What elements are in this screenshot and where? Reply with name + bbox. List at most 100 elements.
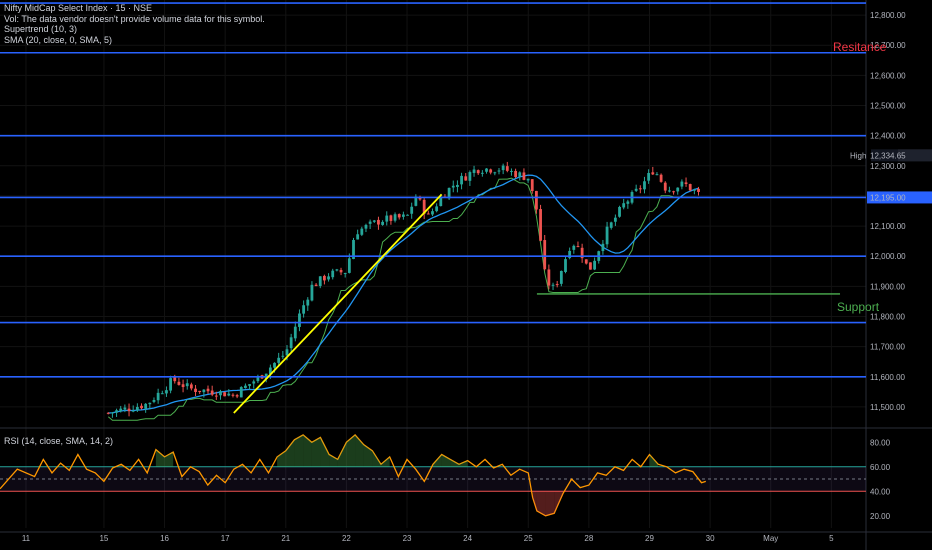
rsi-tick-label: 20.00 xyxy=(870,512,891,521)
candle-body xyxy=(680,181,684,187)
candle-body xyxy=(518,172,522,177)
candle-body xyxy=(381,221,384,225)
candle-body xyxy=(314,284,318,287)
rsi-legend: RSI (14, close, SMA, 14, 2) xyxy=(4,436,114,446)
candle-body xyxy=(331,270,335,278)
candle-body xyxy=(202,389,206,393)
price-tick-label: 12,000.00 xyxy=(870,252,906,261)
candle-body xyxy=(189,384,193,389)
candle-body xyxy=(173,377,177,382)
candle-body xyxy=(281,355,285,357)
candle-body xyxy=(609,222,613,228)
candle-body xyxy=(185,383,189,387)
resistance-annotation: Resitance xyxy=(833,40,887,54)
candle-body xyxy=(564,259,567,272)
time-tick-label: 29 xyxy=(645,534,654,543)
candle-body xyxy=(148,402,152,405)
rsi-tick-label: 60.00 xyxy=(870,463,891,472)
candle-body xyxy=(210,390,214,395)
candle-body xyxy=(165,390,168,394)
candle-body xyxy=(360,228,364,235)
candle-body xyxy=(522,172,526,180)
candle-body xyxy=(489,169,493,173)
rsi-overbought-fill xyxy=(363,444,373,467)
candle-body xyxy=(530,179,534,192)
candle-body xyxy=(227,393,231,396)
candle-body xyxy=(198,390,202,393)
rsi-tick-label: 80.00 xyxy=(870,438,891,447)
price-tick-label: 11,500.00 xyxy=(870,403,906,412)
candle-body xyxy=(684,182,688,184)
rsi-overbought-fill xyxy=(649,454,659,467)
candle-body xyxy=(634,188,638,191)
candle-body xyxy=(339,269,343,273)
candle-body xyxy=(426,213,430,215)
current-price-label: 12,195.00 xyxy=(870,193,906,202)
candle-body xyxy=(318,276,322,287)
candle-body xyxy=(456,184,459,187)
candle-body xyxy=(156,392,160,401)
price-tick-label: 12,100.00 xyxy=(870,222,906,231)
time-tick-label: 11 xyxy=(22,534,31,543)
rsi-overbought-fill xyxy=(346,434,356,467)
candle-body xyxy=(239,387,243,398)
candle-body xyxy=(152,400,156,402)
high-tag-label: High xyxy=(850,151,866,160)
candle-body xyxy=(273,362,276,368)
chart-window[interactable]: { "legend": { "title": "Nifty MidCap Sel… xyxy=(0,0,932,550)
candle-body xyxy=(368,221,372,224)
candle-body xyxy=(672,191,675,193)
candle-body xyxy=(306,299,310,306)
candle-body xyxy=(115,410,118,413)
candle-body xyxy=(497,170,501,172)
time-tick-label: 24 xyxy=(463,534,472,543)
candle-body xyxy=(289,337,293,349)
candle-body xyxy=(127,408,131,412)
candle-body xyxy=(605,226,609,245)
candle-body xyxy=(206,388,210,392)
candle-body xyxy=(310,284,314,301)
price-tick-label: 12,400.00 xyxy=(870,132,906,141)
candle-body xyxy=(293,326,297,339)
candle-body xyxy=(613,217,617,222)
candle-body xyxy=(393,214,397,221)
time-tick-label: 21 xyxy=(281,534,290,543)
candle-body xyxy=(406,214,409,216)
chart-legend: Nifty MidCap Select Index · 15 · NSE Vol… xyxy=(4,3,265,45)
chart-canvas[interactable]: 11,500.0011,600.0011,700.0011,800.0011,9… xyxy=(0,0,932,550)
candle-body xyxy=(559,270,563,284)
rsi-oversold-fill xyxy=(545,491,555,516)
time-tick-label: 15 xyxy=(99,534,108,543)
candle-body xyxy=(160,393,164,395)
candle-body xyxy=(219,391,222,396)
candle-body xyxy=(464,176,468,181)
volume-legend: Vol: The data vendor doesn't provide vol… xyxy=(4,13,265,24)
candle-body xyxy=(347,258,351,273)
price-tick-label: 11,600.00 xyxy=(870,373,906,382)
candle-body xyxy=(551,284,555,286)
candle-body xyxy=(659,174,663,182)
candle-body xyxy=(547,269,551,286)
candle-body xyxy=(647,173,651,181)
candle-body xyxy=(131,410,135,412)
candle-body xyxy=(327,276,330,280)
time-tick-label: 23 xyxy=(403,534,412,543)
supertrend-legend: Supertrend (10, 3) xyxy=(4,24,78,34)
rsi-overbought-fill xyxy=(337,442,347,467)
candle-body xyxy=(688,184,692,191)
candle-body xyxy=(111,412,114,414)
candle-body xyxy=(377,219,380,225)
time-tick-label: 30 xyxy=(706,534,715,543)
rsi-overbought-fill xyxy=(155,449,165,467)
candle-body xyxy=(181,384,185,388)
candle-body xyxy=(140,405,143,409)
high-value-label: 12,334.65 xyxy=(870,151,906,160)
candle-body xyxy=(626,201,630,204)
candle-body xyxy=(235,395,239,397)
candle-body xyxy=(356,234,360,240)
time-tick-label: 25 xyxy=(524,534,533,543)
candle-body xyxy=(572,245,576,250)
candle-body xyxy=(401,214,405,217)
candle-body xyxy=(252,381,256,384)
candle-body xyxy=(618,206,621,217)
